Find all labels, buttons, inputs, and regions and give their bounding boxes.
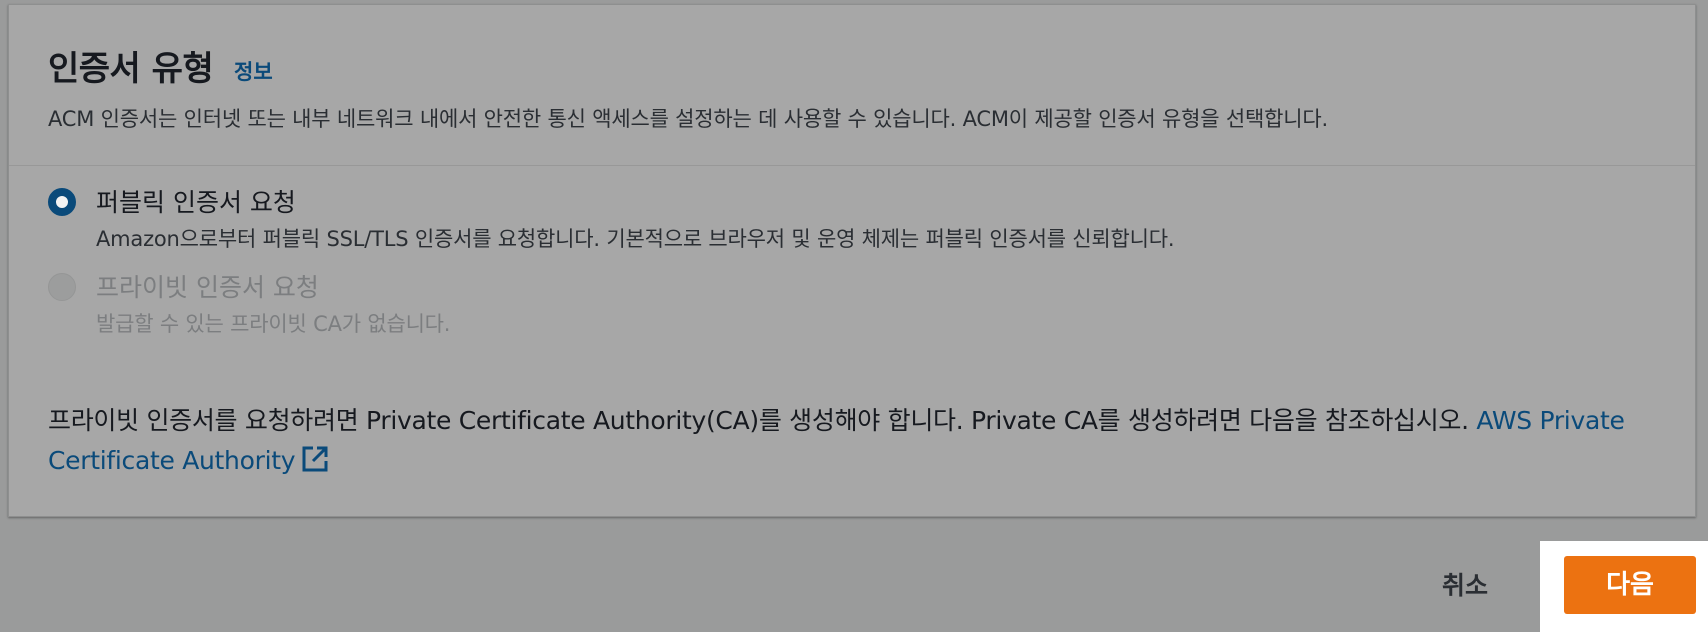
radio-label-private: 프라이빗 인증서 요청 bbox=[96, 273, 319, 302]
section-description: ACM 인증서는 인터넷 또는 내부 네트워크 내에서 안전한 통신 액세스를 … bbox=[48, 107, 1328, 131]
radio-label-public: 퍼블릭 인증서 요청 bbox=[96, 188, 296, 217]
private-ca-note: 프라이빗 인증서를 요청하려면 Private Certificate Auth… bbox=[48, 401, 1648, 485]
cancel-button[interactable]: 취소 bbox=[1425, 565, 1505, 607]
radio-description-public: Amazon으로부터 퍼블릭 SSL/TLS 인증서를 요청합니다. 기본적으로… bbox=[96, 227, 1175, 251]
external-link-icon bbox=[301, 445, 329, 485]
info-link[interactable]: 정보 bbox=[234, 56, 273, 86]
panel-header: 인증서 유형 정보 ACM 인증서는 인터넷 또는 내부 네트워크 내에서 안전… bbox=[9, 5, 1695, 166]
private-ca-note-text: 프라이빗 인증서를 요청하려면 Private Certificate Auth… bbox=[48, 406, 1477, 435]
next-button-highlight: 다음 bbox=[1540, 541, 1708, 632]
radio-button-public[interactable] bbox=[48, 188, 76, 216]
radio-button-private bbox=[48, 273, 76, 301]
radio-description-private: 발급할 수 있는 프라이빗 CA가 없습니다. bbox=[96, 312, 451, 336]
section-title: 인증서 유형 bbox=[48, 49, 214, 89]
next-button[interactable]: 다음 bbox=[1564, 556, 1696, 614]
certificate-type-panel: 인증서 유형 정보 ACM 인증서는 인터넷 또는 내부 네트워크 내에서 안전… bbox=[8, 4, 1696, 517]
